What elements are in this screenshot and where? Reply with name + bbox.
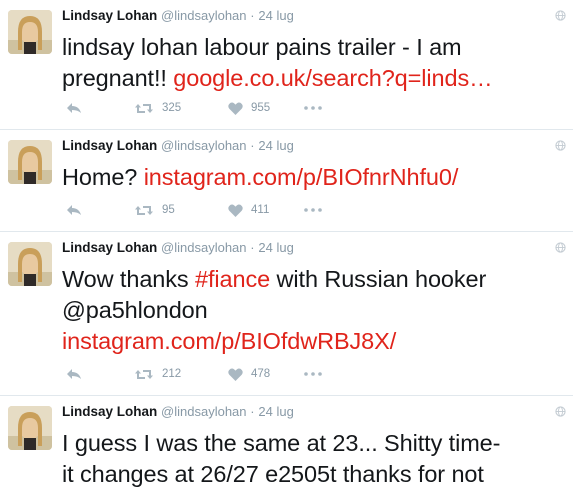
reply-button[interactable] <box>66 100 82 116</box>
tweet-link[interactable]: google.co.uk/search?q=linds… <box>173 65 492 91</box>
globe-icon <box>555 140 566 151</box>
retweet-button[interactable]: 325 <box>134 100 181 116</box>
retweet-button[interactable]: 95 <box>134 202 175 218</box>
globe-icon <box>555 10 566 21</box>
tweet-text: Wow thanks #fiance with Russian hooker @… <box>62 264 561 357</box>
tweet-line-text: lindsay lohan labour pains trailer - I a… <box>62 34 462 60</box>
tweet-date[interactable]: 24 lug <box>258 240 293 255</box>
tweet[interactable]: Lindsay Lohan @lindsaylohan · 24 lug Wow… <box>0 232 573 396</box>
like-button[interactable]: 478 <box>228 366 270 382</box>
like-count: 478 <box>251 368 271 380</box>
tweet-header: Lindsay Lohan @lindsaylohan · 24 lug <box>62 138 561 154</box>
more-button[interactable] <box>304 100 322 116</box>
tweet-header: Lindsay Lohan @lindsaylohan · 24 lug <box>62 8 561 24</box>
tweet-line: it changes at 26/27 e2505t thanks for no… <box>62 459 561 490</box>
reply-icon <box>67 369 81 379</box>
tweet[interactable]: Lindsay Lohan @lindsaylohan · 24 lug lin… <box>0 0 573 130</box>
tweet-date[interactable]: 24 lug <box>258 138 293 153</box>
separator: · <box>250 8 255 23</box>
author-handle[interactable]: @lindsaylohan <box>161 8 246 23</box>
hashtag-link[interactable]: #fiance <box>195 266 270 292</box>
tweet-line-text: pregnant!! <box>62 65 174 91</box>
avatar[interactable] <box>8 140 52 184</box>
tweet-line-text: Wow thanks <box>62 266 195 292</box>
reply-icon <box>67 205 81 215</box>
retweet-icon <box>135 369 153 379</box>
tweet-line-text: it changes at 26/27 e2505t thanks for no… <box>62 461 484 487</box>
avatar[interactable] <box>8 406 52 450</box>
separator: · <box>250 404 255 419</box>
more-button[interactable] <box>304 366 322 382</box>
globe-icon <box>555 406 566 417</box>
tweet-text: lindsay lohan labour pains trailer - I a… <box>62 32 561 94</box>
author-name[interactable]: Lindsay Lohan <box>62 8 157 23</box>
retweet-icon <box>135 103 153 113</box>
retweet-count: 325 <box>162 102 182 114</box>
tweet-line: lindsay lohan labour pains trailer - I a… <box>62 32 561 63</box>
retweet-button[interactable]: 212 <box>134 366 181 382</box>
tweet-line-text: with Russian hooker <box>270 266 487 292</box>
author-handle[interactable]: @lindsaylohan <box>161 138 246 153</box>
separator: · <box>250 138 255 153</box>
tweet-line-text: I guess I was the same at 23... Shitty t… <box>62 430 501 456</box>
tweet-line: I guess I was the same at 23... Shitty t… <box>62 428 561 459</box>
tweet-link[interactable]: instagram.com/p/BIOfnrNhfu0/ <box>144 164 459 190</box>
more-button[interactable] <box>304 202 322 218</box>
retweet-icon <box>135 205 153 215</box>
globe-icon <box>555 242 566 253</box>
tweet-line: instagram.com/p/BIOfdwRBJ8X/ <box>62 326 561 357</box>
like-count: 411 <box>251 204 270 216</box>
reply-icon <box>67 103 81 113</box>
tweet-link[interactable]: instagram.com/p/BIOfdwRBJ8X/ <box>62 328 396 354</box>
tweet-line: Home? instagram.com/p/BIOfnrNhfu0/ <box>62 162 561 193</box>
author-name[interactable]: Lindsay Lohan <box>62 240 157 255</box>
tweet-text: Home? instagram.com/p/BIOfnrNhfu0/ <box>62 162 561 193</box>
retweet-count: 212 <box>162 368 182 380</box>
more-icon <box>304 106 322 110</box>
like-count: 955 <box>251 102 271 114</box>
tweet[interactable]: Lindsay Lohan @lindsaylohan · 24 lug Hom… <box>0 130 573 232</box>
tweet-line-text: Home? <box>62 164 144 190</box>
retweet-count: 95 <box>162 204 175 216</box>
author-name[interactable]: Lindsay Lohan <box>62 404 157 419</box>
avatar[interactable] <box>8 10 52 54</box>
tweet-date[interactable]: 24 lug <box>258 8 293 23</box>
heart-icon <box>228 101 243 115</box>
heart-icon <box>228 203 243 217</box>
author-name[interactable]: Lindsay Lohan <box>62 138 157 153</box>
tweet-line: Wow thanks #fiance with Russian hooker <box>62 264 561 295</box>
tweet-feed: Lindsay Lohan @lindsaylohan · 24 lug lin… <box>0 0 573 487</box>
more-icon <box>304 372 322 376</box>
author-handle[interactable]: @lindsaylohan <box>161 404 246 419</box>
tweet[interactable]: Lindsay Lohan @lindsaylohan · 24 lug I g… <box>0 396 573 487</box>
reply-button[interactable] <box>66 202 82 218</box>
tweet-text: I guess I was the same at 23... Shitty t… <box>62 428 561 490</box>
like-button[interactable]: 955 <box>228 100 270 116</box>
author-handle[interactable]: @lindsaylohan <box>161 240 246 255</box>
tweet-header: Lindsay Lohan @lindsaylohan · 24 lug <box>62 404 561 420</box>
reply-button[interactable] <box>66 366 82 382</box>
separator: · <box>250 240 255 255</box>
more-icon <box>304 208 322 212</box>
avatar[interactable] <box>8 242 52 286</box>
like-button[interactable]: 411 <box>228 202 269 218</box>
mention-text: @pa5hlondon <box>62 297 208 323</box>
tweet-line: @pa5hlondon <box>62 295 561 326</box>
tweet-line: pregnant!! google.co.uk/search?q=linds… <box>62 63 561 94</box>
tweet-date[interactable]: 24 lug <box>258 404 293 419</box>
tweet-header: Lindsay Lohan @lindsaylohan · 24 lug <box>62 240 561 256</box>
heart-icon <box>228 367 243 381</box>
